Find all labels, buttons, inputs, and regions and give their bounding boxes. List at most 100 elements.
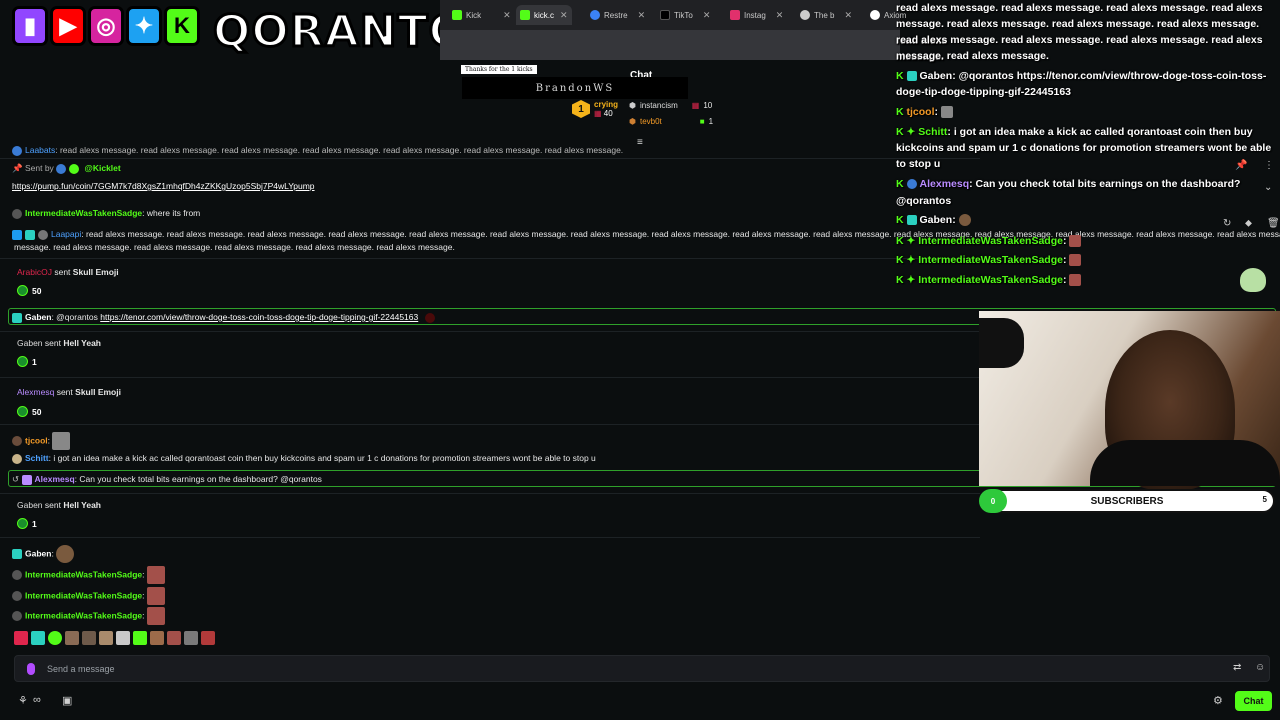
emote[interactable] — [65, 631, 79, 645]
address-bar[interactable] — [440, 30, 900, 60]
tab-the-b[interactable]: The b ✕ — [796, 5, 856, 25]
divider — [0, 258, 980, 259]
emote[interactable] — [99, 631, 113, 645]
tab-kick-chat[interactable]: kick.c ✕ — [516, 5, 572, 25]
more-icon[interactable]: ⋮ — [1264, 160, 1274, 171]
tab-restream[interactable]: Restre ✕ — [586, 5, 649, 25]
refresh-icon[interactable]: ↻ — [1223, 218, 1231, 229]
instagram-icon: ◎ — [88, 6, 124, 46]
emote — [146, 587, 165, 605]
restream-tab-icon — [590, 10, 600, 20]
send-message-input[interactable] — [47, 659, 1197, 679]
subscriber-badge-icon — [906, 215, 917, 226]
microphone-arm — [979, 318, 1024, 368]
kicks-coin-icon — [17, 356, 28, 367]
store-icon[interactable]: ▣ — [62, 694, 72, 707]
emote — [1069, 254, 1082, 267]
gift-message: Gaben sent Hell Yeah — [17, 500, 102, 510]
emote[interactable] — [14, 631, 28, 645]
moderator-badge-icon — [12, 229, 22, 240]
tiktok-tab-icon — [660, 10, 670, 20]
close-icon[interactable]: ✕ — [844, 10, 852, 21]
emote — [52, 432, 71, 450]
close-icon[interactable]: ✕ — [560, 10, 568, 21]
subscriber-badge-icon — [25, 229, 35, 240]
chat-send-button[interactable]: Chat — [1235, 691, 1272, 711]
kick-icon: K — [164, 6, 200, 46]
divider — [0, 331, 980, 332]
silver-badge-icon: ⬢ — [629, 101, 636, 110]
chevron-down-icon[interactable]: ≡ — [637, 137, 643, 148]
pinned-link[interactable]: https://pump.fun/coin/7GGM7k7d8XgsZ1mhqf… — [12, 181, 315, 191]
kick-icon: K — [896, 235, 904, 247]
close-icon[interactable]: ✕ — [776, 10, 784, 21]
infinity-icon[interactable]: ∞ — [33, 694, 41, 706]
reply-icon: ↺ — [12, 474, 20, 484]
tab-instagram[interactable]: Instag ✕ — [726, 5, 787, 25]
close-icon[interactable]: ✕ — [503, 10, 511, 21]
chat-message: Gaben: — [12, 545, 75, 563]
kick-icon: K — [896, 70, 904, 82]
overlay-message: read alexs message. read alexs message. … — [896, 2, 1263, 14]
kicks-coin-icon — [17, 518, 28, 529]
verified-badge-icon — [69, 163, 80, 174]
donor-name: BrandonWS — [462, 77, 688, 99]
gear-icon[interactable]: ⚙ — [1213, 694, 1223, 707]
kicks-amount: 50 — [17, 406, 41, 417]
sparkle-icon: ✦ — [906, 235, 916, 247]
tab-kick[interactable]: Kick ✕ — [448, 5, 515, 25]
pin-icon[interactable]: ⬥ — [1245, 218, 1252, 229]
chat-message: Laabats: read alexs message. read alexs … — [12, 145, 623, 156]
kicks-coin-icon — [17, 406, 28, 417]
emote — [56, 545, 75, 563]
overlay-message: message. read alexs message. — [896, 50, 1049, 62]
emote[interactable] — [133, 631, 147, 645]
emote — [1069, 235, 1082, 248]
microphone-icon[interactable] — [27, 663, 35, 675]
instagram-tab-icon — [730, 10, 740, 20]
kick-icon: K — [896, 126, 904, 138]
emote[interactable] — [150, 631, 164, 645]
close-icon[interactable]: ✕ — [638, 10, 646, 21]
subs-goal: 5 — [1262, 495, 1267, 504]
subscriber-badge-icon — [906, 71, 917, 82]
emote[interactable] — [184, 631, 198, 645]
emote[interactable] — [167, 631, 181, 645]
overlay-message: K Gaben: @qorantos https://tenor.com/vie… — [896, 70, 1267, 82]
chat-message: tjcool: — [12, 432, 71, 450]
kick-tab-icon — [520, 10, 530, 20]
overlay-message-continued: @qorantos — [896, 195, 952, 207]
gift-message: Gaben sent Hell Yeah — [17, 338, 102, 348]
chevron-down-icon[interactable]: ⌄ — [1264, 182, 1272, 193]
overlay-message: K Gaben: — [896, 212, 1272, 229]
sparkle-icon: ✦ — [906, 254, 916, 266]
emoji-icon[interactable]: ☺ — [1255, 662, 1265, 673]
stream-chat-overlay: read alexs message. read alexs message. … — [892, 0, 1280, 300]
subscribers-goal-bar: 0 SUBSCRIBERS 5 — [979, 489, 1275, 513]
emote[interactable] — [82, 631, 96, 645]
gift-message: Alexmesq sent Skull Emoji — [17, 387, 121, 397]
sparkle-icon: ✦ — [906, 274, 916, 286]
emote — [958, 214, 971, 227]
translate-icon[interactable]: ⇄ — [1233, 662, 1241, 673]
extensions-icon[interactable]: ⚘ — [18, 694, 28, 707]
avatar — [12, 436, 22, 446]
emote[interactable] — [48, 631, 62, 645]
trash-icon[interactable]: 🗑 — [1267, 218, 1280, 229]
emote[interactable] — [116, 631, 130, 645]
tab-tiktok[interactable]: TikTo ✕ — [656, 5, 714, 25]
kicks-amount: 50 — [17, 285, 41, 296]
avatar — [12, 570, 22, 580]
emote[interactable] — [31, 631, 45, 645]
pin-icon[interactable]: 📌 — [1235, 160, 1247, 171]
leader-amount: ▦ 40 — [594, 109, 613, 118]
kicks-amount: 1 — [17, 518, 37, 529]
emote — [424, 312, 435, 323]
bot-badge-icon — [56, 163, 67, 174]
axiom-tab-icon — [870, 10, 880, 20]
avatar — [12, 591, 22, 601]
overlay-message: K ✦ IntermediateWasTakenSadge: — [896, 252, 1272, 269]
overlay-message: K tjcool: — [896, 104, 1272, 121]
close-icon[interactable]: ✕ — [703, 10, 711, 21]
emote[interactable] — [201, 631, 215, 645]
